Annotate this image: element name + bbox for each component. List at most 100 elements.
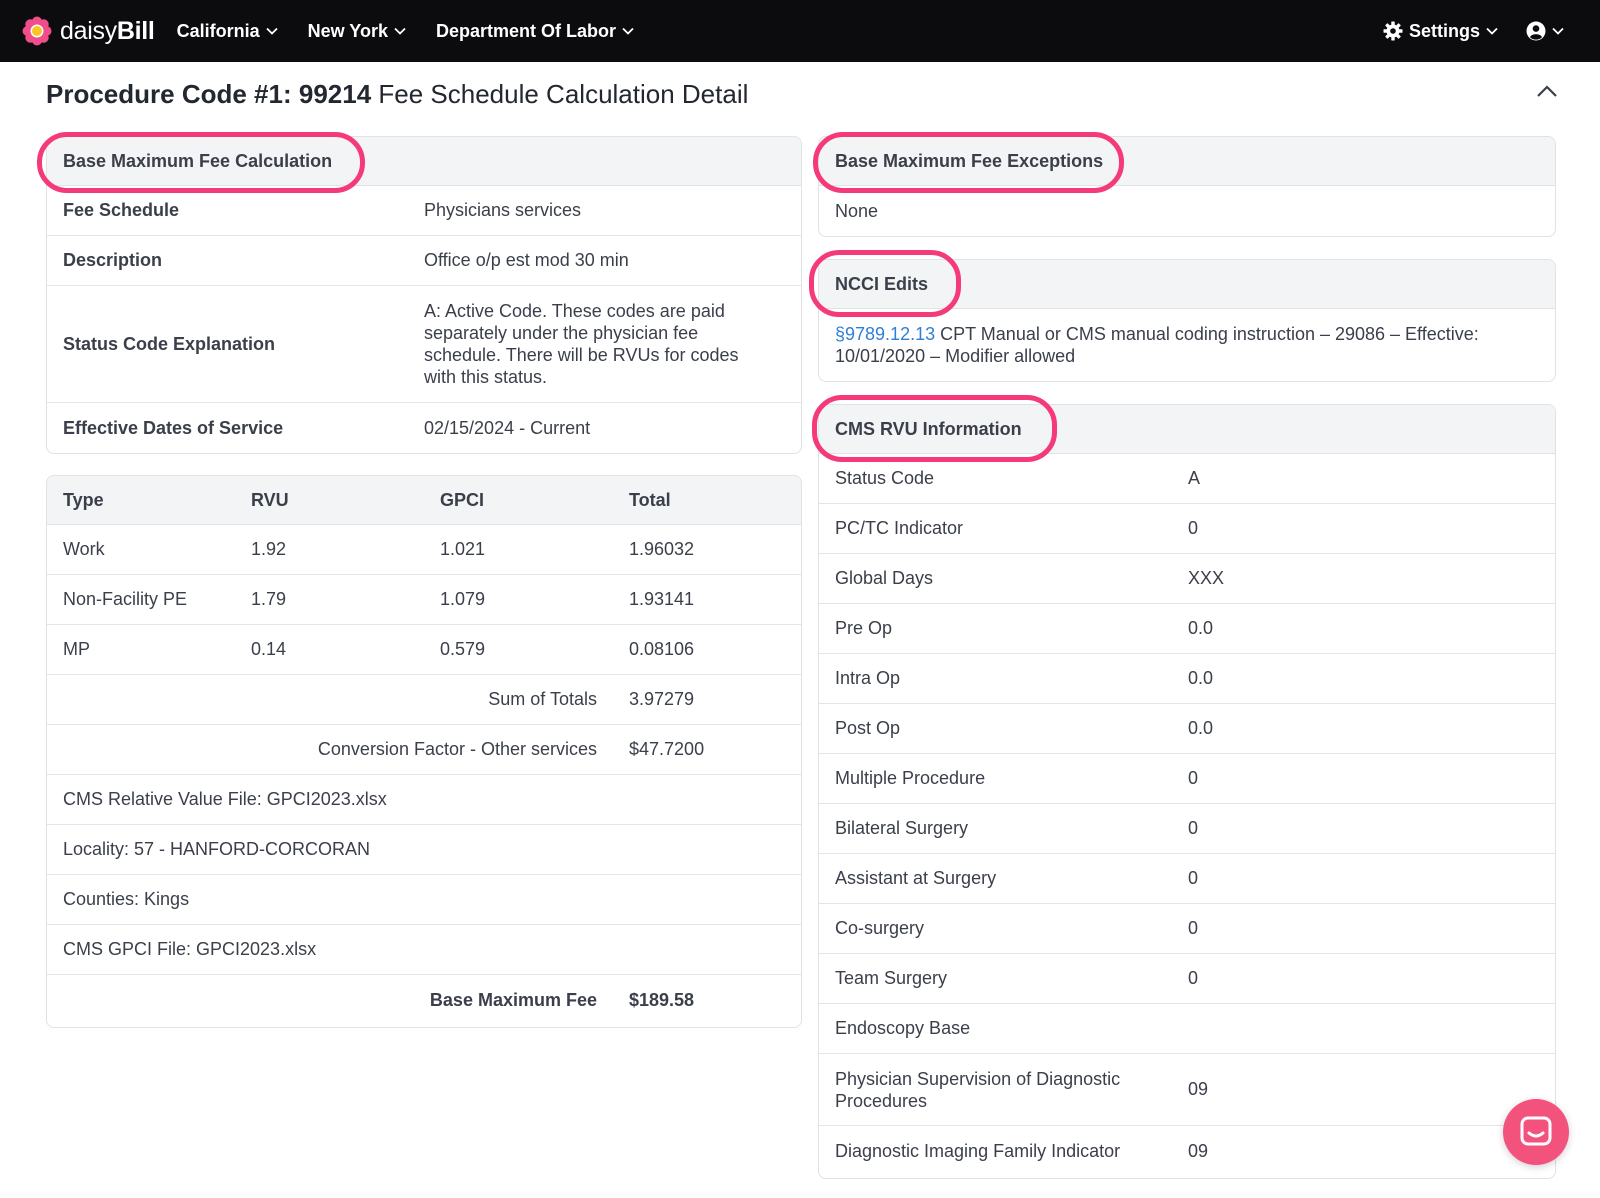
page-title-row: Procedure Code #1: 99214 Fee Schedule Ca… bbox=[0, 62, 1600, 132]
table-row: Non-Facility PE 1.79 1.079 1.93141 bbox=[47, 575, 801, 625]
conversion-factor-value: $47.7200 bbox=[629, 739, 705, 759]
cms-rvu-information-panel: CMS RVU Information Status Code A PC/TC I… bbox=[818, 404, 1556, 1179]
info-row: Team Surgery 0 bbox=[819, 954, 1555, 1004]
base-maximum-fee-calculation-panel: Base Maximum Fee Calculation Fee Schedul… bbox=[46, 136, 802, 454]
user-account-dropdown[interactable] bbox=[1526, 21, 1564, 41]
info-row: Post Op 0.0 bbox=[819, 704, 1555, 754]
counties-note: Counties: Kings bbox=[63, 889, 190, 909]
chevron-down-icon bbox=[622, 27, 634, 35]
cell-total: 1.93141 bbox=[629, 589, 695, 609]
row-label: Endoscopy Base bbox=[835, 1018, 971, 1038]
row-label: Effective Dates of Service bbox=[63, 417, 284, 438]
row-label: Status Code Explanation bbox=[63, 333, 276, 354]
cell-total: 1.96032 bbox=[629, 539, 695, 559]
user-avatar-icon bbox=[1526, 21, 1546, 41]
info-row: Fee Schedule Physicians services bbox=[47, 186, 801, 236]
info-row: Co-surgery 0 bbox=[819, 904, 1555, 954]
ncci-edit-entry: §9789.12.13 CPT Manual or CMS manual cod… bbox=[819, 309, 1555, 367]
note-row: Counties: Kings bbox=[47, 875, 801, 925]
info-row: Intra Op 0.0 bbox=[819, 654, 1555, 704]
row-label: Global Days bbox=[835, 568, 934, 588]
cell-total: 0.08106 bbox=[629, 639, 695, 659]
note-row: CMS Relative Value File: GPCI2023.xlsx bbox=[47, 775, 801, 825]
nav-department-of-labor-dropdown[interactable]: Department Of Labor bbox=[436, 21, 634, 42]
regulation-link[interactable]: §9789.12.13 bbox=[835, 324, 935, 344]
info-row: Pre Op 0.0 bbox=[819, 604, 1555, 654]
sum-value: 3.97279 bbox=[629, 689, 695, 709]
row-value: 09 bbox=[1188, 1140, 1209, 1161]
row-value: XXX bbox=[1188, 568, 1225, 588]
row-value: Physicians services bbox=[424, 200, 582, 220]
brand-name-light: daisy bbox=[60, 16, 117, 45]
row-label: Diagnostic Imaging Family Indicator bbox=[835, 1140, 1121, 1161]
info-row: Assistant at Surgery 0 bbox=[819, 854, 1555, 904]
row-label: Team Surgery bbox=[835, 968, 948, 988]
chevron-down-icon bbox=[394, 27, 406, 35]
settings-label: Settings bbox=[1408, 20, 1480, 41]
daisy-flower-icon bbox=[22, 16, 52, 46]
info-row: Description Office o/p est mod 30 min bbox=[47, 236, 801, 286]
row-value: 0 bbox=[1188, 518, 1199, 538]
page-title-code: Procedure Code #1: 99214 bbox=[46, 79, 372, 109]
cell-gpci: 0.579 bbox=[440, 639, 486, 659]
gear-icon bbox=[1383, 21, 1403, 41]
info-row: Status Code A bbox=[819, 454, 1555, 504]
page-title-rest: Fee Schedule Calculation Detail bbox=[378, 79, 749, 109]
column-header: Type bbox=[63, 489, 104, 510]
brand-name-bold: Bill bbox=[116, 16, 155, 45]
conversion-factor-row: Conversion Factor - Other services $47.7… bbox=[47, 725, 801, 775]
row-value: 0.0 bbox=[1188, 618, 1214, 638]
row-label: Fee Schedule bbox=[63, 200, 180, 220]
row-value: 0 bbox=[1188, 918, 1199, 938]
nav-california-dropdown[interactable]: California bbox=[177, 21, 278, 42]
column-header: RVU bbox=[251, 489, 289, 510]
row-label: Multiple Procedure bbox=[835, 768, 986, 788]
chat-icon bbox=[1520, 1116, 1552, 1146]
panel-header-label: Base Maximum Fee Calculation bbox=[63, 150, 333, 171]
row-label: Description bbox=[63, 250, 163, 270]
page-title: Procedure Code #1: 99214 Fee Schedule Ca… bbox=[46, 79, 748, 110]
cell-rvu: 1.79 bbox=[251, 589, 287, 609]
info-row: Endoscopy Base bbox=[819, 1004, 1555, 1054]
cell-type: Work bbox=[63, 539, 105, 559]
locality-note: Locality: 57 - HANFORD-CORCORAN bbox=[63, 839, 371, 859]
row-label: Co-surgery bbox=[835, 918, 925, 938]
nav-item-label: California bbox=[176, 20, 260, 41]
row-value: 0 bbox=[1188, 768, 1199, 788]
nav-new-york-dropdown[interactable]: New York bbox=[308, 21, 406, 42]
row-value: 0 bbox=[1188, 868, 1199, 888]
row-value: 0 bbox=[1188, 818, 1199, 838]
row-value: 0.0 bbox=[1188, 718, 1214, 738]
row-label: Intra Op bbox=[835, 668, 901, 688]
chevron-down-icon bbox=[265, 27, 278, 35]
sum-of-totals-row: Sum of Totals 3.97279 bbox=[47, 675, 801, 725]
info-row: Bilateral Surgery 0 bbox=[819, 804, 1555, 854]
info-row: Multiple Procedure 0 bbox=[819, 754, 1555, 804]
info-row: Diagnostic Imaging Family Indicator 09 bbox=[819, 1126, 1555, 1176]
info-row: Effective Dates of Service 02/15/2024 - … bbox=[47, 403, 801, 453]
cell-type: MP bbox=[63, 639, 90, 659]
column-header: Total bbox=[629, 489, 671, 510]
sum-label: Sum of Totals bbox=[488, 689, 597, 709]
chevron-up-icon[interactable] bbox=[1536, 84, 1558, 98]
panel-header: NCCI Edits bbox=[819, 260, 1555, 309]
brand-name: daisyBill bbox=[60, 17, 155, 46]
table-row: Work 1.92 1.021 1.96032 bbox=[47, 525, 801, 575]
panel-header: Base Maximum Fee Calculation bbox=[47, 137, 801, 186]
ncci-edits-panel: NCCI Edits §9789.12.13 CPT Manual or CMS… bbox=[818, 259, 1556, 382]
row-label: Post Op bbox=[835, 718, 901, 738]
base-maximum-fee-exceptions-panel: Base Maximum Fee Exceptions None bbox=[818, 136, 1556, 237]
panel-header-label: CMS RVU Information bbox=[835, 418, 1022, 439]
settings-dropdown[interactable]: Settings bbox=[1383, 21, 1498, 42]
row-value: Office o/p est mod 30 min bbox=[424, 250, 629, 270]
panel-header-label: Base Maximum Fee Exceptions bbox=[835, 150, 1104, 171]
daisybill-logo[interactable]: daisyBill bbox=[22, 16, 155, 46]
chat-launcher-button[interactable] bbox=[1503, 1099, 1569, 1165]
info-row: Physician Supervision of Diagnostic Proc… bbox=[819, 1054, 1555, 1126]
row-label: Pre Op bbox=[835, 618, 893, 638]
base-maximum-fee-value: $189.58 bbox=[629, 989, 695, 1010]
row-label: Status Code bbox=[835, 468, 935, 488]
info-row: PC/TC Indicator 0 bbox=[819, 504, 1555, 554]
rvu-calculation-table: Type RVU GPCI Total Work 1.92 1.021 1.96… bbox=[46, 475, 802, 1028]
row-label: Bilateral Surgery bbox=[835, 818, 969, 838]
